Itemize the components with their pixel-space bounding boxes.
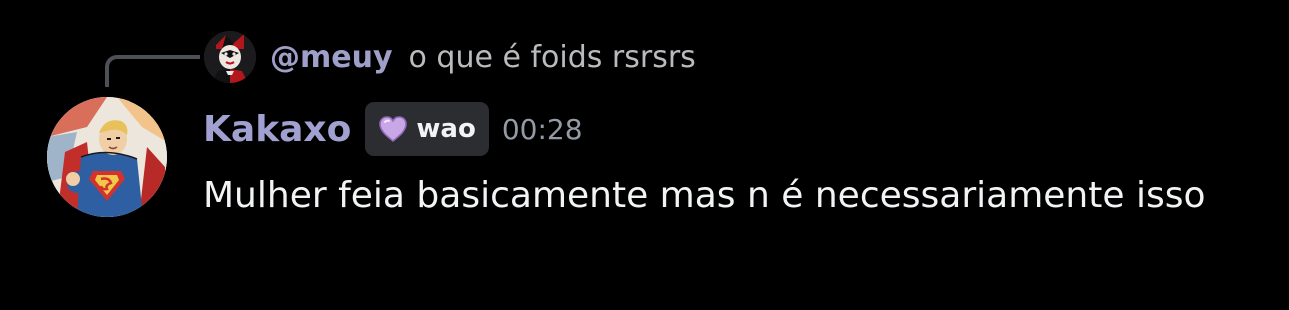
reply-preview[interactable]: @meuy o que é foids rsrsrs [204,30,696,84]
message-content: Mulher feia basicamente mas n é necessar… [203,175,1206,216]
superman-comic-avatar-icon[interactable] [47,97,167,217]
clan-tag-label: wao [416,114,476,144]
chat-message: @meuy o que é foids rsrsrs Kakaxo wao 00… [0,0,1289,310]
reply-spine [105,55,200,87]
reply-text[interactable]: o que é foids rsrsrs [409,40,696,75]
message-timestamp[interactable]: 00:28 [502,113,583,146]
message-header: Kakaxo wao 00:28 [203,101,583,157]
reply-username[interactable]: @meuy [270,40,393,75]
clan-tag[interactable]: wao [365,102,489,156]
purple-heart-icon [379,116,408,143]
harley-quinn-avatar-icon[interactable] [204,31,256,83]
author-name[interactable]: Kakaxo [203,109,351,150]
